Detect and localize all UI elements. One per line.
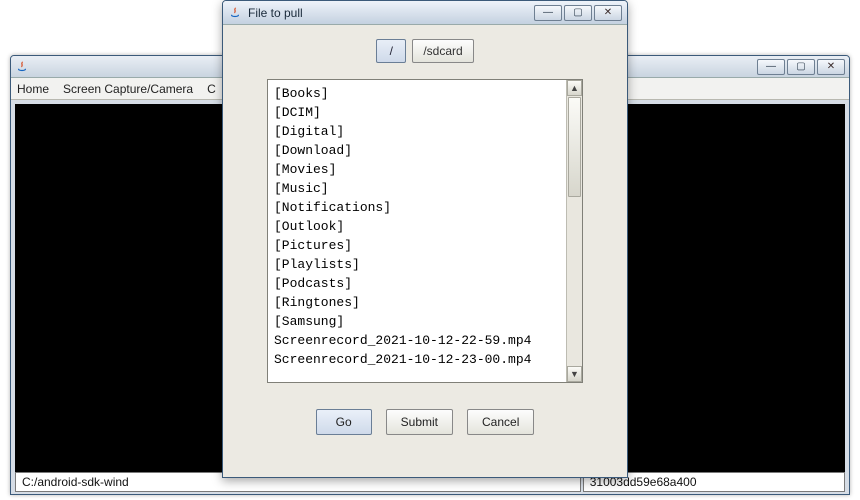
list-item[interactable]: [Books] [274, 84, 560, 103]
dialog-title: File to pull [248, 6, 303, 20]
list-item[interactable]: Screenrecord_2021-10-12-22-59.mp4 [274, 331, 560, 350]
menu-item-screen-capture[interactable]: Screen Capture/Camera [63, 82, 193, 96]
dialog-minimize-button[interactable]: — [534, 5, 562, 21]
file-pull-dialog: File to pull — ▢ ✕ / /sdcard [Books] [DC… [222, 0, 628, 478]
menu-item-c[interactable]: C [207, 82, 216, 96]
file-list: [Books] [DCIM] [Digital] [Download] [Mov… [267, 79, 583, 383]
path-breadcrumb: / /sdcard [223, 25, 627, 73]
scroll-up-icon[interactable]: ▲ [567, 80, 582, 96]
list-item[interactable]: [Samsung] [274, 312, 560, 331]
scrollbar[interactable]: ▲ ▼ [566, 80, 582, 382]
scroll-down-icon[interactable]: ▼ [567, 366, 582, 382]
scroll-thumb[interactable] [568, 97, 581, 197]
list-item[interactable]: [Ringtones] [274, 293, 560, 312]
list-item[interactable]: [Music] [274, 179, 560, 198]
list-item[interactable]: [DCIM] [274, 103, 560, 122]
menu-item-home[interactable]: Home [17, 82, 49, 96]
cancel-button[interactable]: Cancel [467, 409, 534, 435]
dialog-maximize-button[interactable]: ▢ [564, 5, 592, 21]
file-list-content[interactable]: [Books] [DCIM] [Digital] [Download] [Mov… [268, 80, 566, 382]
dialog-button-row: Go Submit Cancel [223, 409, 627, 435]
dialog-titlebar[interactable]: File to pull — ▢ ✕ [223, 1, 627, 25]
dialog-close-button[interactable]: ✕ [594, 5, 622, 21]
list-item[interactable]: [Pictures] [274, 236, 560, 255]
list-item[interactable]: [Download] [274, 141, 560, 160]
list-item[interactable]: [Podcasts] [274, 274, 560, 293]
java-icon [15, 60, 29, 74]
close-button[interactable]: ✕ [817, 59, 845, 75]
path-root-button[interactable]: / [376, 39, 406, 63]
list-item[interactable]: [Outlook] [274, 217, 560, 236]
minimize-button[interactable]: — [757, 59, 785, 75]
go-button[interactable]: Go [316, 409, 372, 435]
maximize-button[interactable]: ▢ [787, 59, 815, 75]
list-item[interactable]: [Notifications] [274, 198, 560, 217]
list-item[interactable]: [Digital] [274, 122, 560, 141]
java-icon [228, 6, 242, 20]
list-item[interactable]: [Playlists] [274, 255, 560, 274]
submit-button[interactable]: Submit [386, 409, 453, 435]
list-item[interactable]: Screenrecord_2021-10-12-23-00.mp4 [274, 350, 560, 369]
list-item[interactable]: [Movies] [274, 160, 560, 179]
path-sdcard-button[interactable]: /sdcard [412, 39, 473, 63]
